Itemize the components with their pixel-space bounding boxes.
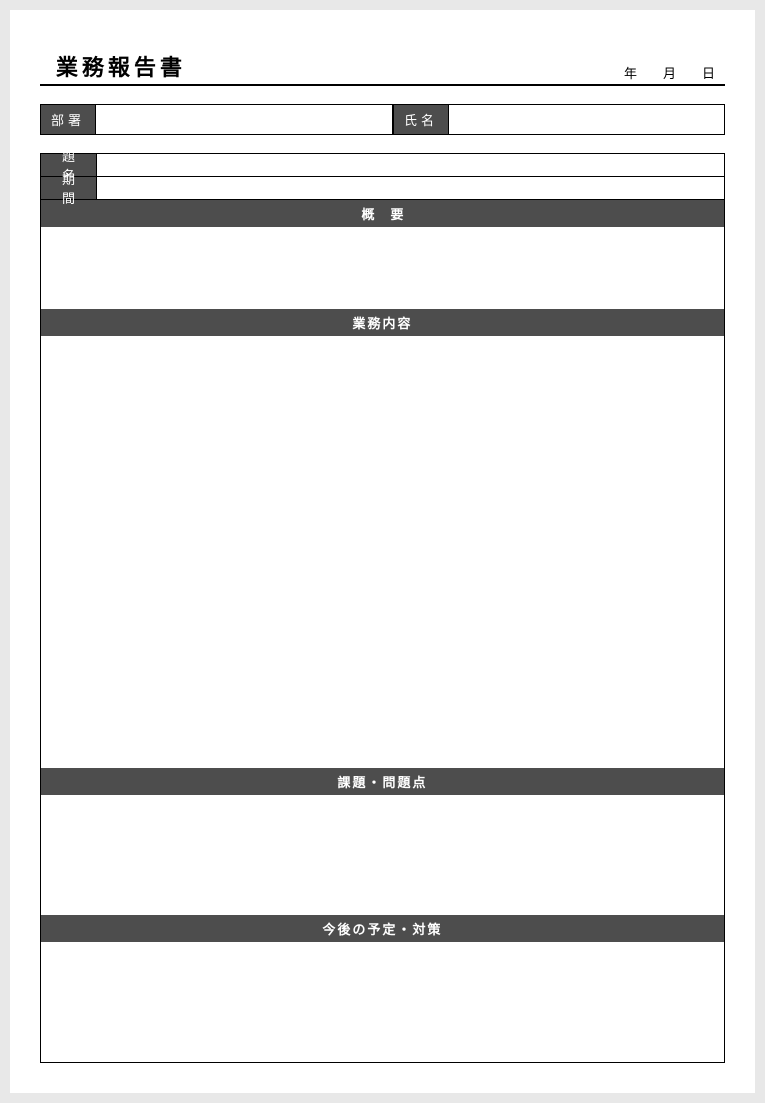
summary-header: 概要 bbox=[41, 200, 724, 227]
report-page: 業務報告書 年 月 日 部署 氏名 題名 期間 概要 業務内容 課題・問題点 今… bbox=[10, 10, 755, 1093]
work-header: 業務内容 bbox=[41, 309, 724, 336]
document-title: 業務報告書 bbox=[40, 50, 186, 82]
date-year-label: 年 bbox=[624, 63, 637, 82]
subject-input[interactable] bbox=[97, 154, 724, 177]
identity-row: 部署 氏名 bbox=[40, 104, 725, 135]
issues-input[interactable] bbox=[41, 795, 724, 915]
summary-input[interactable] bbox=[41, 227, 724, 309]
main-form-box: 題名 期間 概要 業務内容 課題・問題点 今後の予定・対策 bbox=[40, 153, 725, 1063]
date-area: 年 月 日 bbox=[624, 63, 725, 82]
header-row: 業務報告書 年 月 日 bbox=[40, 50, 725, 86]
date-month-label: 月 bbox=[663, 63, 676, 82]
period-label: 期間 bbox=[41, 177, 97, 200]
issues-header: 課題・問題点 bbox=[41, 768, 724, 795]
plan-header: 今後の予定・対策 bbox=[41, 915, 724, 942]
name-input[interactable] bbox=[449, 104, 725, 135]
period-input[interactable] bbox=[97, 177, 724, 200]
subject-row: 題名 bbox=[41, 154, 724, 177]
work-input[interactable] bbox=[41, 336, 724, 768]
date-day-label: 日 bbox=[702, 63, 715, 82]
period-row: 期間 bbox=[41, 177, 724, 200]
department-input[interactable] bbox=[96, 104, 393, 135]
name-label: 氏名 bbox=[393, 104, 449, 135]
department-label: 部署 bbox=[40, 104, 96, 135]
plan-input[interactable] bbox=[41, 942, 724, 1062]
